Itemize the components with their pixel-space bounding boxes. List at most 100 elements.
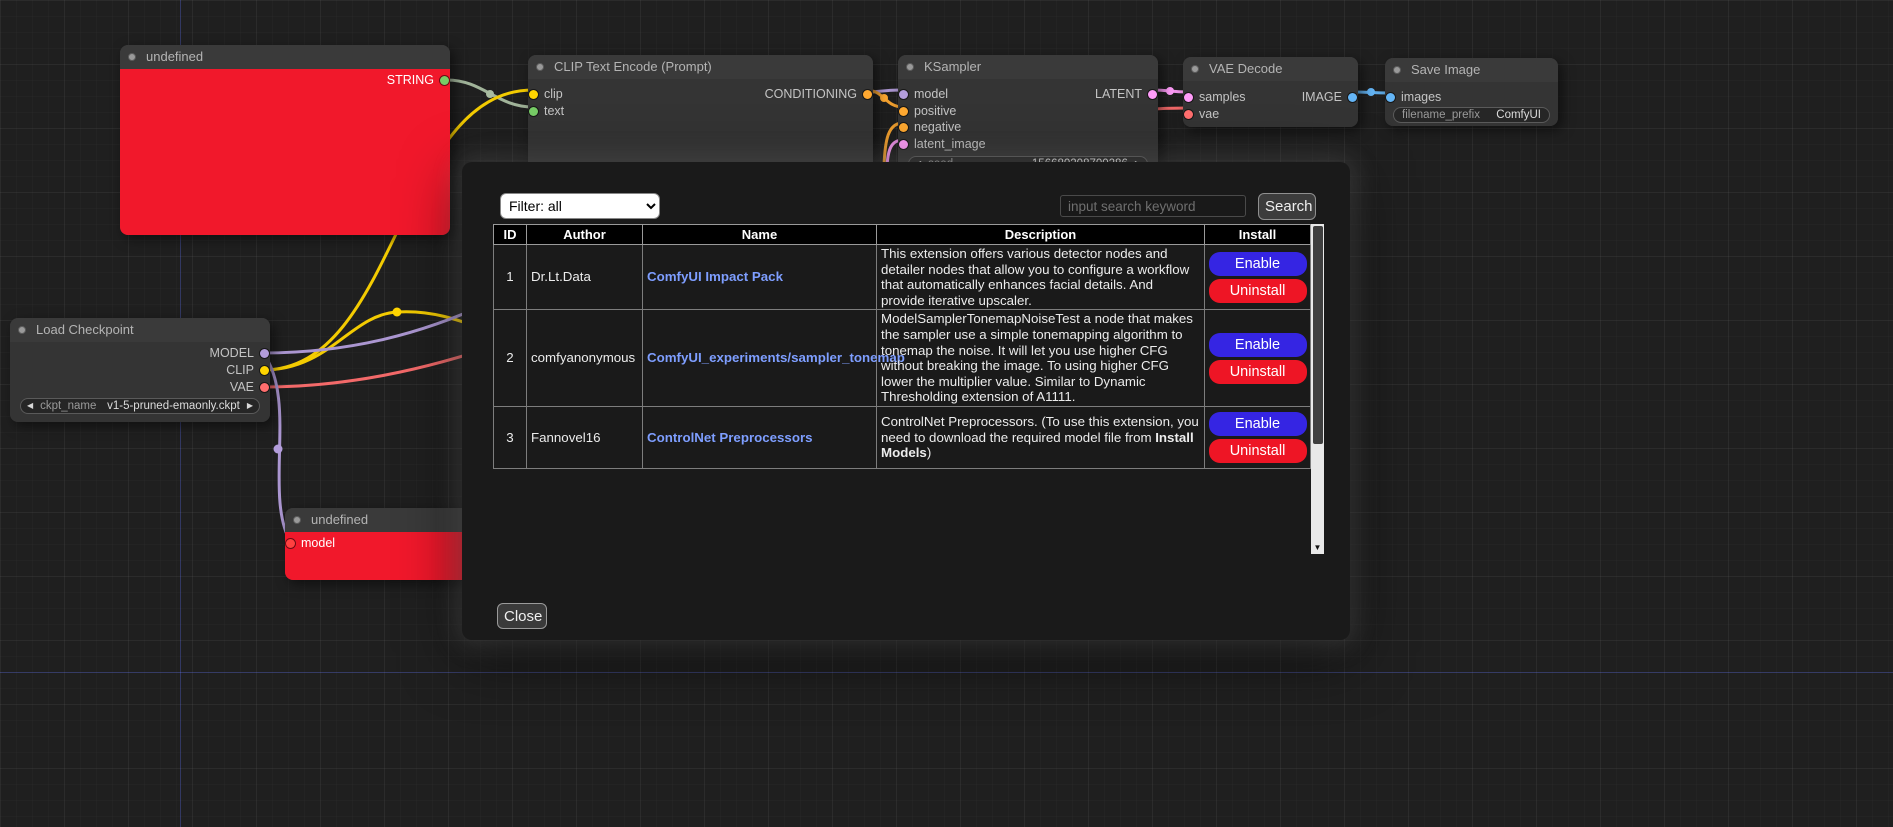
extension-name-link[interactable]: ControlNet Preprocessors [647,430,813,445]
uninstall-button[interactable]: Uninstall [1209,279,1307,303]
graph-canvas[interactable]: undefined STRING CLIP Text Encode (Promp… [0,0,1893,827]
input-slot-vae[interactable]: vae [1183,106,1219,122]
output-slot-conditioning[interactable]: CONDITIONING [765,86,873,102]
model-output-pin-icon[interactable] [260,349,269,358]
search-input[interactable] [1060,195,1246,217]
node-vae-decode[interactable]: VAE Decode samples vae IMAGE [1183,57,1358,127]
negative-input-pin-icon[interactable] [899,123,908,132]
close-button[interactable]: Close [497,603,547,629]
header-install: Install [1205,225,1311,245]
input-slot-images[interactable]: images [1385,89,1441,105]
widget-label: ckpt_name [40,400,96,412]
input-slot-text[interactable]: text [528,103,564,119]
canvas-axis-horizontal [0,672,1893,673]
output-slot-latent[interactable]: LATENT [1095,86,1158,102]
uninstall-button[interactable]: Uninstall [1209,360,1307,384]
node-title: Load Checkpoint [36,322,134,337]
node-title: CLIP Text Encode (Prompt) [554,59,712,74]
input-slot-clip[interactable]: clip [528,86,563,102]
positive-input-pin-icon[interactable] [899,107,908,116]
slot-label: images [1401,90,1441,104]
input-slot-samples[interactable]: samples [1183,89,1246,105]
output-slot-vae[interactable]: VAE [230,379,270,395]
node-load-checkpoint[interactable]: Load Checkpoint MODEL CLIP VAE ◀ ckpt_na… [10,318,270,422]
node-title: Save Image [1411,62,1480,77]
model-input-pin-icon[interactable] [899,90,908,99]
slot-label: samples [1199,90,1246,104]
node-title: undefined [311,512,368,527]
decrement-arrow-icon[interactable]: ◀ [27,398,33,414]
latent-image-input-pin-icon[interactable] [899,140,908,149]
extension-name-cell: ComfyUI_experiments/sampler_tonemap [643,310,877,407]
output-slot-image[interactable]: IMAGE [1302,89,1358,105]
ckpt-name-widget[interactable]: ◀ ckpt_name v1-5-pruned-emaonly.ckpt ▶ [20,398,260,414]
slot-label: VAE [230,380,254,394]
slot-label: CLIP [226,363,254,377]
slot-label: vae [1199,107,1219,121]
enable-button[interactable]: Enable [1209,333,1307,357]
clip-output-pin-icon[interactable] [260,366,269,375]
extension-description: ControlNet Preprocessors. (To use this e… [877,406,1205,468]
collapse-dot-icon[interactable] [1191,65,1199,73]
extension-install-cell: Enable Uninstall [1205,245,1311,310]
extensions-table-body: 1Dr.Lt.DataComfyUI Impact PackThis exten… [494,245,1311,469]
extension-name-link[interactable]: ComfyUI_experiments/sampler_tonemap [647,350,905,365]
string-output-pin-icon[interactable] [440,76,449,85]
slot-label: STRING [387,73,434,87]
down-arrow-icon: ▼ [1314,544,1322,552]
manager-extensions-dialog: Filter: all Search ID Author Name Descri… [462,162,1350,640]
input-slot-model[interactable]: model [285,535,335,551]
scrollbar-down-button[interactable]: ▼ [1311,541,1324,554]
node-header[interactable]: Load Checkpoint [10,318,270,342]
collapse-dot-icon[interactable] [1393,66,1401,74]
node-title: KSampler [924,59,981,74]
conditioning-output-pin-icon[interactable] [863,90,872,99]
slot-label: positive [914,104,956,118]
input-slot-latent-image[interactable]: latent_image [898,136,986,152]
node-header[interactable]: Save Image [1385,58,1558,82]
table-header-row: ID Author Name Description Install [494,225,1311,245]
node-header[interactable]: CLIP Text Encode (Prompt) [528,55,873,79]
node-header[interactable]: VAE Decode [1183,57,1358,81]
collapse-dot-icon[interactable] [18,326,26,334]
extension-author: Dr.Lt.Data [527,245,643,310]
vae-input-pin-icon[interactable] [1184,110,1193,119]
table-scrollbar-thumb[interactable] [1313,226,1323,444]
samples-input-pin-icon[interactable] [1184,93,1193,102]
increment-arrow-icon[interactable]: ▶ [247,398,253,414]
table-scrollbar-track[interactable]: ▼ [1311,224,1324,554]
image-output-pin-icon[interactable] [1348,93,1357,102]
extension-name-link[interactable]: ComfyUI Impact Pack [647,269,783,284]
input-slot-negative[interactable]: negative [898,119,961,135]
vae-output-pin-icon[interactable] [260,383,269,392]
collapse-dot-icon[interactable] [906,63,914,71]
filter-select[interactable]: Filter: all [500,193,660,219]
node-header[interactable]: undefined [120,45,450,69]
collapse-dot-icon[interactable] [536,63,544,71]
node-header[interactable]: KSampler [898,55,1158,79]
wire-string-to-text [447,80,533,107]
extension-row: 2comfyanonymousComfyUI_experiments/sampl… [494,310,1311,407]
enable-button[interactable]: Enable [1209,252,1307,276]
collapse-dot-icon[interactable] [128,53,136,61]
images-input-pin-icon[interactable] [1386,93,1395,102]
extension-install-cell: Enable Uninstall [1205,406,1311,468]
input-slot-positive[interactable]: positive [898,103,956,119]
node-save-image[interactable]: Save Image images filename_prefix ComfyU… [1385,58,1558,126]
extension-description: ModelSamplerTonemapNoiseTest a node that… [877,310,1205,407]
output-slot-clip[interactable]: CLIP [226,362,270,378]
output-slot-model[interactable]: MODEL [210,345,270,361]
model-input-pin-icon[interactable] [286,539,295,548]
uninstall-button[interactable]: Uninstall [1209,439,1307,463]
search-button[interactable]: Search [1258,193,1316,220]
output-slot-string[interactable]: STRING [387,72,450,88]
input-slot-model[interactable]: model [898,86,948,102]
clip-input-pin-icon[interactable] [529,90,538,99]
collapse-dot-icon[interactable] [293,516,301,524]
latent-output-pin-icon[interactable] [1148,90,1157,99]
enable-button[interactable]: Enable [1209,412,1307,436]
node-undefined-top[interactable]: undefined STRING [120,45,450,235]
filename-prefix-widget[interactable]: filename_prefix ComfyUI [1393,107,1550,123]
extension-author: comfyanonymous [527,310,643,407]
text-input-pin-icon[interactable] [529,107,538,116]
